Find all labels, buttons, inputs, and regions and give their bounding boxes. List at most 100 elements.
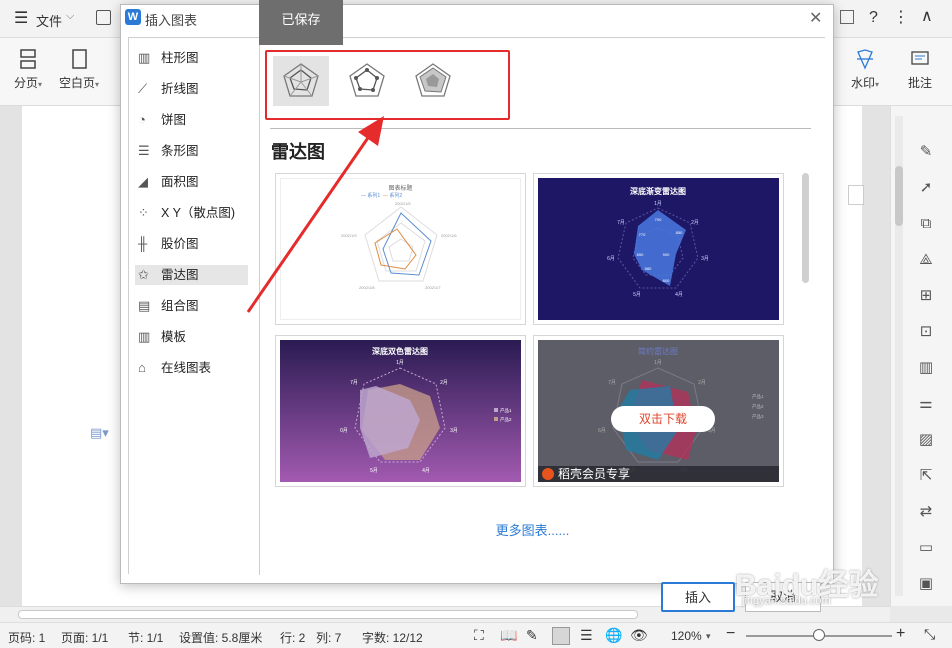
axis-label: 2002/1/6 bbox=[441, 233, 457, 238]
axis-label: 3月 bbox=[701, 256, 709, 262]
scrollbar-thumb[interactable] bbox=[895, 166, 903, 226]
axis-label: 0月 bbox=[340, 428, 348, 434]
sliders-icon[interactable]: ⚌ bbox=[916, 394, 936, 414]
edit-mode-icon[interactable]: ✎ bbox=[526, 627, 538, 644]
category-label: 股价图 bbox=[161, 237, 199, 251]
zoom-level[interactable]: 120% bbox=[671, 629, 702, 643]
close-icon[interactable]: ✕ bbox=[809, 8, 822, 28]
zoom-chevron-icon[interactable]: ▾ bbox=[706, 631, 711, 642]
highlight-box bbox=[265, 50, 510, 120]
template-card[interactable]: 图表标题 — 系列1 — 系列2 2002/1/5 2002/1/6 2002/… bbox=[275, 173, 526, 325]
category-item[interactable]: ▥ 柱形图 bbox=[135, 48, 248, 68]
translate-icon[interactable]: ⇄ bbox=[916, 502, 936, 522]
legend-label: 产品1 bbox=[752, 393, 764, 400]
category-item[interactable]: ⌂ 在线图表 bbox=[135, 358, 248, 378]
axis-label: 6月 bbox=[607, 256, 615, 262]
category-item[interactable]: ⟋ 折线图 bbox=[135, 79, 248, 99]
pen-icon[interactable]: ✎ bbox=[916, 142, 936, 162]
blank-page-button[interactable]: 空白页▾ bbox=[56, 48, 102, 91]
more-charts-link[interactable]: 更多图表...... bbox=[260, 520, 805, 539]
content-scrollbar-thumb[interactable] bbox=[802, 173, 809, 283]
stock-chart-icon: ╫ bbox=[138, 236, 148, 251]
image-icon[interactable]: ▨ bbox=[916, 430, 936, 450]
status-page-number[interactable]: 页码: 1 bbox=[8, 629, 45, 646]
category-label: 模板 bbox=[161, 330, 187, 344]
fill-icon[interactable]: ⟁ bbox=[916, 250, 936, 270]
axis-label: 7月 bbox=[608, 380, 616, 386]
category-item[interactable]: ◢ 面积图 bbox=[135, 172, 248, 192]
axis-label: 1月 bbox=[396, 360, 404, 366]
line-chart-icon: ⟋ bbox=[138, 81, 148, 96]
hamburger-menu-icon[interactable]: ☰ bbox=[14, 11, 28, 27]
chevron-down-icon[interactable]: ⌵ bbox=[66, 10, 74, 23]
category-item[interactable]: ◔ 饼图 bbox=[135, 110, 248, 130]
axis-label: 2002/1/5 bbox=[395, 201, 411, 206]
read-mode-icon[interactable]: 📖 bbox=[500, 627, 517, 644]
zoom-in-icon[interactable]: + bbox=[896, 625, 905, 643]
watermark-label: 水印 bbox=[850, 76, 875, 90]
axis-label: 3月 bbox=[450, 428, 458, 434]
status-word-count[interactable]: 字数: 12/12 bbox=[362, 629, 423, 646]
chart-content-panel: 雷达图 图表标题 — 系列1 — 系列2 2002/1/5 2002/1/6 2… bbox=[260, 38, 826, 575]
dialog-body: ▥ 柱形图 ⟋ 折线图 ◔ 饼图 ☰ 条形图 ◢ 面积图 ⁘ X Y（散点图) ╫ 股价图 ✩ 雷达图 ▤ 组合图… bbox=[128, 37, 826, 575]
template-card-premium[interactable]: 简约雷达图 1月 2月 3月 4月 5月 6月 7月 bbox=[533, 335, 784, 487]
template-title: 深底双色雷达图 bbox=[372, 346, 428, 356]
column-chart-icon: ▥ bbox=[138, 50, 151, 65]
axis-label: 5月 bbox=[633, 292, 641, 298]
comment-button[interactable]: 批注 bbox=[904, 48, 936, 91]
member-badge: 稻壳会员专享 bbox=[538, 466, 779, 482]
axis-label: 2002/1/7 bbox=[425, 285, 441, 290]
axis-label: 6月 bbox=[598, 428, 606, 434]
axis-label: 4月 bbox=[675, 292, 683, 298]
category-item[interactable]: ▤ 组合图 bbox=[135, 296, 248, 316]
cursor-icon[interactable]: ➚ bbox=[916, 178, 936, 198]
watermark-button[interactable]: 水印▾ bbox=[848, 48, 882, 91]
page-break-label: 分页 bbox=[13, 76, 38, 90]
insert-button[interactable]: 插入 bbox=[661, 582, 735, 612]
page-view-icon[interactable] bbox=[552, 627, 570, 645]
category-label: 折线图 bbox=[161, 82, 199, 96]
more-icon[interactable]: ⋮ bbox=[893, 7, 909, 27]
blank-page-icon bbox=[72, 49, 87, 69]
shapes-icon[interactable]: ⧉ bbox=[916, 214, 936, 234]
fullscreen-icon[interactable]: ⛶ bbox=[474, 627, 484, 644]
zoom-slider-handle[interactable] bbox=[813, 629, 825, 641]
template-card[interactable]: 深底双色雷达图 1月 2月 3月 4月 5月 0月 7月 产品1 产品2 bbox=[275, 335, 526, 487]
page-break-button[interactable]: 分页▾ bbox=[10, 48, 46, 91]
category-label: 柱形图 bbox=[161, 51, 199, 65]
help-icon[interactable]: ? bbox=[869, 9, 878, 27]
archive-icon[interactable]: ▭ bbox=[916, 538, 936, 558]
hscroll-thumb[interactable] bbox=[18, 610, 638, 619]
picture-icon[interactable]: ▣ bbox=[916, 574, 936, 594]
template-card[interactable]: 深底渐变雷达图 1月 2月 3月 4月 5月 6月 7月 700 850 900… bbox=[533, 173, 784, 325]
axis-label: 1月 bbox=[654, 360, 662, 366]
category-label: X Y（散点图) bbox=[161, 206, 236, 220]
category-item[interactable]: ✩ 雷达图 bbox=[135, 265, 248, 285]
grid-icon[interactable]: ⊡ bbox=[916, 322, 936, 342]
file-menu[interactable]: 文件 bbox=[36, 11, 62, 30]
save-icon[interactable] bbox=[96, 10, 111, 25]
zoom-out-icon[interactable]: − bbox=[726, 625, 735, 643]
share-icon[interactable]: ⇱ bbox=[916, 466, 936, 486]
paragraph-icon[interactable]: ▤▾ bbox=[90, 425, 109, 441]
eye-protect-icon[interactable]: 👁 bbox=[630, 627, 648, 644]
bar-chart-icon: ☰ bbox=[138, 143, 150, 158]
category-item[interactable]: ╫ 股价图 bbox=[135, 234, 248, 254]
category-item[interactable]: ☰ 条形图 bbox=[135, 141, 248, 161]
axis-label: 2002/1/9 bbox=[341, 233, 357, 238]
table-icon[interactable]: ⊞ bbox=[916, 286, 936, 306]
wps-logo-icon: W bbox=[125, 9, 141, 25]
web-view-icon[interactable]: 🌐 bbox=[605, 627, 622, 644]
collapse-icon[interactable]: ∧ bbox=[921, 6, 933, 26]
fit-icon[interactable]: ⤡ bbox=[924, 626, 935, 643]
saved-tooltip: 已保存 bbox=[259, 0, 343, 45]
chart-icon[interactable]: ▥ bbox=[916, 358, 936, 378]
vertical-scrollbar[interactable] bbox=[895, 116, 903, 596]
download-button[interactable]: 双击下载 bbox=[611, 406, 715, 432]
status-section: 节: 1/1 bbox=[128, 631, 164, 645]
category-item[interactable]: ⁘ X Y（散点图) bbox=[135, 203, 248, 223]
blank-page-label: 空白页 bbox=[58, 76, 95, 90]
outline-icon[interactable]: ☰ bbox=[580, 627, 593, 644]
category-item[interactable]: ▥ 模板 bbox=[135, 327, 248, 347]
layout-icon[interactable] bbox=[840, 10, 854, 24]
